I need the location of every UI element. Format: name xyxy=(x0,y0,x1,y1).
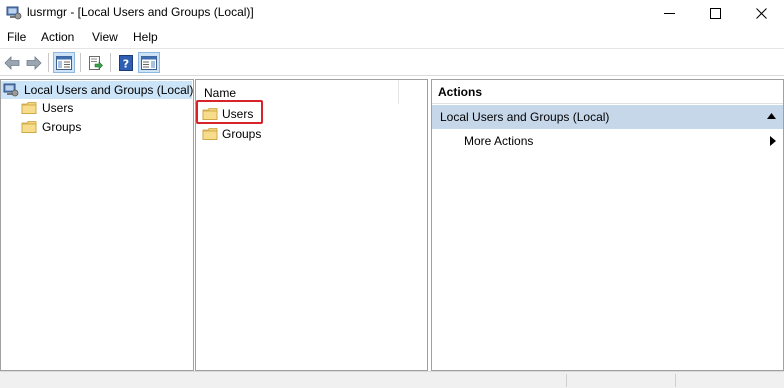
help-button[interactable]: ? xyxy=(115,52,137,73)
show-hide-action-pane-button[interactable] xyxy=(138,52,160,73)
collapse-up-icon[interactable] xyxy=(767,113,776,119)
more-actions-label: More Actions xyxy=(464,134,534,148)
title-bar: lusrmgr - [Local Users and Groups (Local… xyxy=(0,0,784,26)
list-item-groups-label: Groups xyxy=(222,127,262,141)
toolbar: ? xyxy=(0,48,784,76)
forward-arrow-icon xyxy=(26,55,42,70)
window-title: lusrmgr - [Local Users and Groups (Local… xyxy=(27,5,254,19)
maximize-button[interactable] xyxy=(692,0,738,26)
menu-view[interactable]: View xyxy=(92,30,118,44)
actions-title: Actions xyxy=(438,85,483,99)
menu-help[interactable]: Help xyxy=(133,30,158,44)
highlight-annotation-box xyxy=(196,100,263,124)
console-tree-pane: Local Users and Groups (Local) Users Gro… xyxy=(0,79,194,371)
menu-bar: File Action View Help xyxy=(0,26,784,48)
show-hide-console-tree-icon xyxy=(56,55,72,70)
tree-item-root-label: Local Users and Groups (Local) xyxy=(24,83,194,97)
toolbar-separator xyxy=(48,53,49,72)
result-list-pane: Name Users Groups xyxy=(195,79,428,371)
close-button[interactable] xyxy=(738,0,784,26)
actions-group-local-users-and-groups[interactable]: Local Users and Groups (Local) xyxy=(432,105,783,129)
tree-item-users-label: Users xyxy=(42,101,74,115)
menu-file[interactable]: File xyxy=(7,30,26,44)
back-button[interactable] xyxy=(1,52,23,73)
maximize-icon xyxy=(709,7,721,19)
help-icon: ? xyxy=(119,54,133,71)
folder-icon xyxy=(21,121,37,133)
submenu-arrow-icon xyxy=(770,136,776,146)
close-icon xyxy=(755,7,767,19)
minimize-icon xyxy=(663,12,675,14)
actions-header: Actions xyxy=(432,80,783,104)
status-divider xyxy=(566,374,567,387)
tree-item-root[interactable]: Local Users and Groups (Local) xyxy=(1,81,194,99)
column-name-header[interactable]: Name xyxy=(204,86,236,100)
svg-text:?: ? xyxy=(123,57,129,70)
status-bar xyxy=(0,371,784,388)
computer-management-icon xyxy=(6,6,22,20)
status-divider xyxy=(675,374,676,387)
back-arrow-icon xyxy=(4,55,20,70)
folder-icon xyxy=(21,102,37,114)
toolbar-separator xyxy=(80,53,81,72)
export-list-icon xyxy=(89,55,103,70)
computer-management-icon xyxy=(3,83,19,97)
tree-item-users[interactable]: Users xyxy=(21,99,73,117)
show-hide-action-pane-icon xyxy=(141,55,157,70)
folder-icon xyxy=(202,128,218,140)
actions-group-label: Local Users and Groups (Local) xyxy=(440,110,610,124)
more-actions-item[interactable]: More Actions xyxy=(432,130,783,152)
tree-item-groups[interactable]: Groups xyxy=(21,118,81,136)
tree-item-groups-label: Groups xyxy=(42,120,82,134)
minimize-button[interactable] xyxy=(646,0,692,26)
column-divider[interactable] xyxy=(398,80,399,104)
list-item-groups[interactable]: Groups xyxy=(202,125,261,143)
forward-button[interactable] xyxy=(23,52,45,73)
menu-action[interactable]: Action xyxy=(41,30,74,44)
toolbar-separator xyxy=(110,53,111,72)
show-hide-console-tree-button[interactable] xyxy=(53,52,75,73)
export-list-button[interactable] xyxy=(84,52,106,73)
actions-pane: Actions Local Users and Groups (Local) M… xyxy=(431,79,784,371)
